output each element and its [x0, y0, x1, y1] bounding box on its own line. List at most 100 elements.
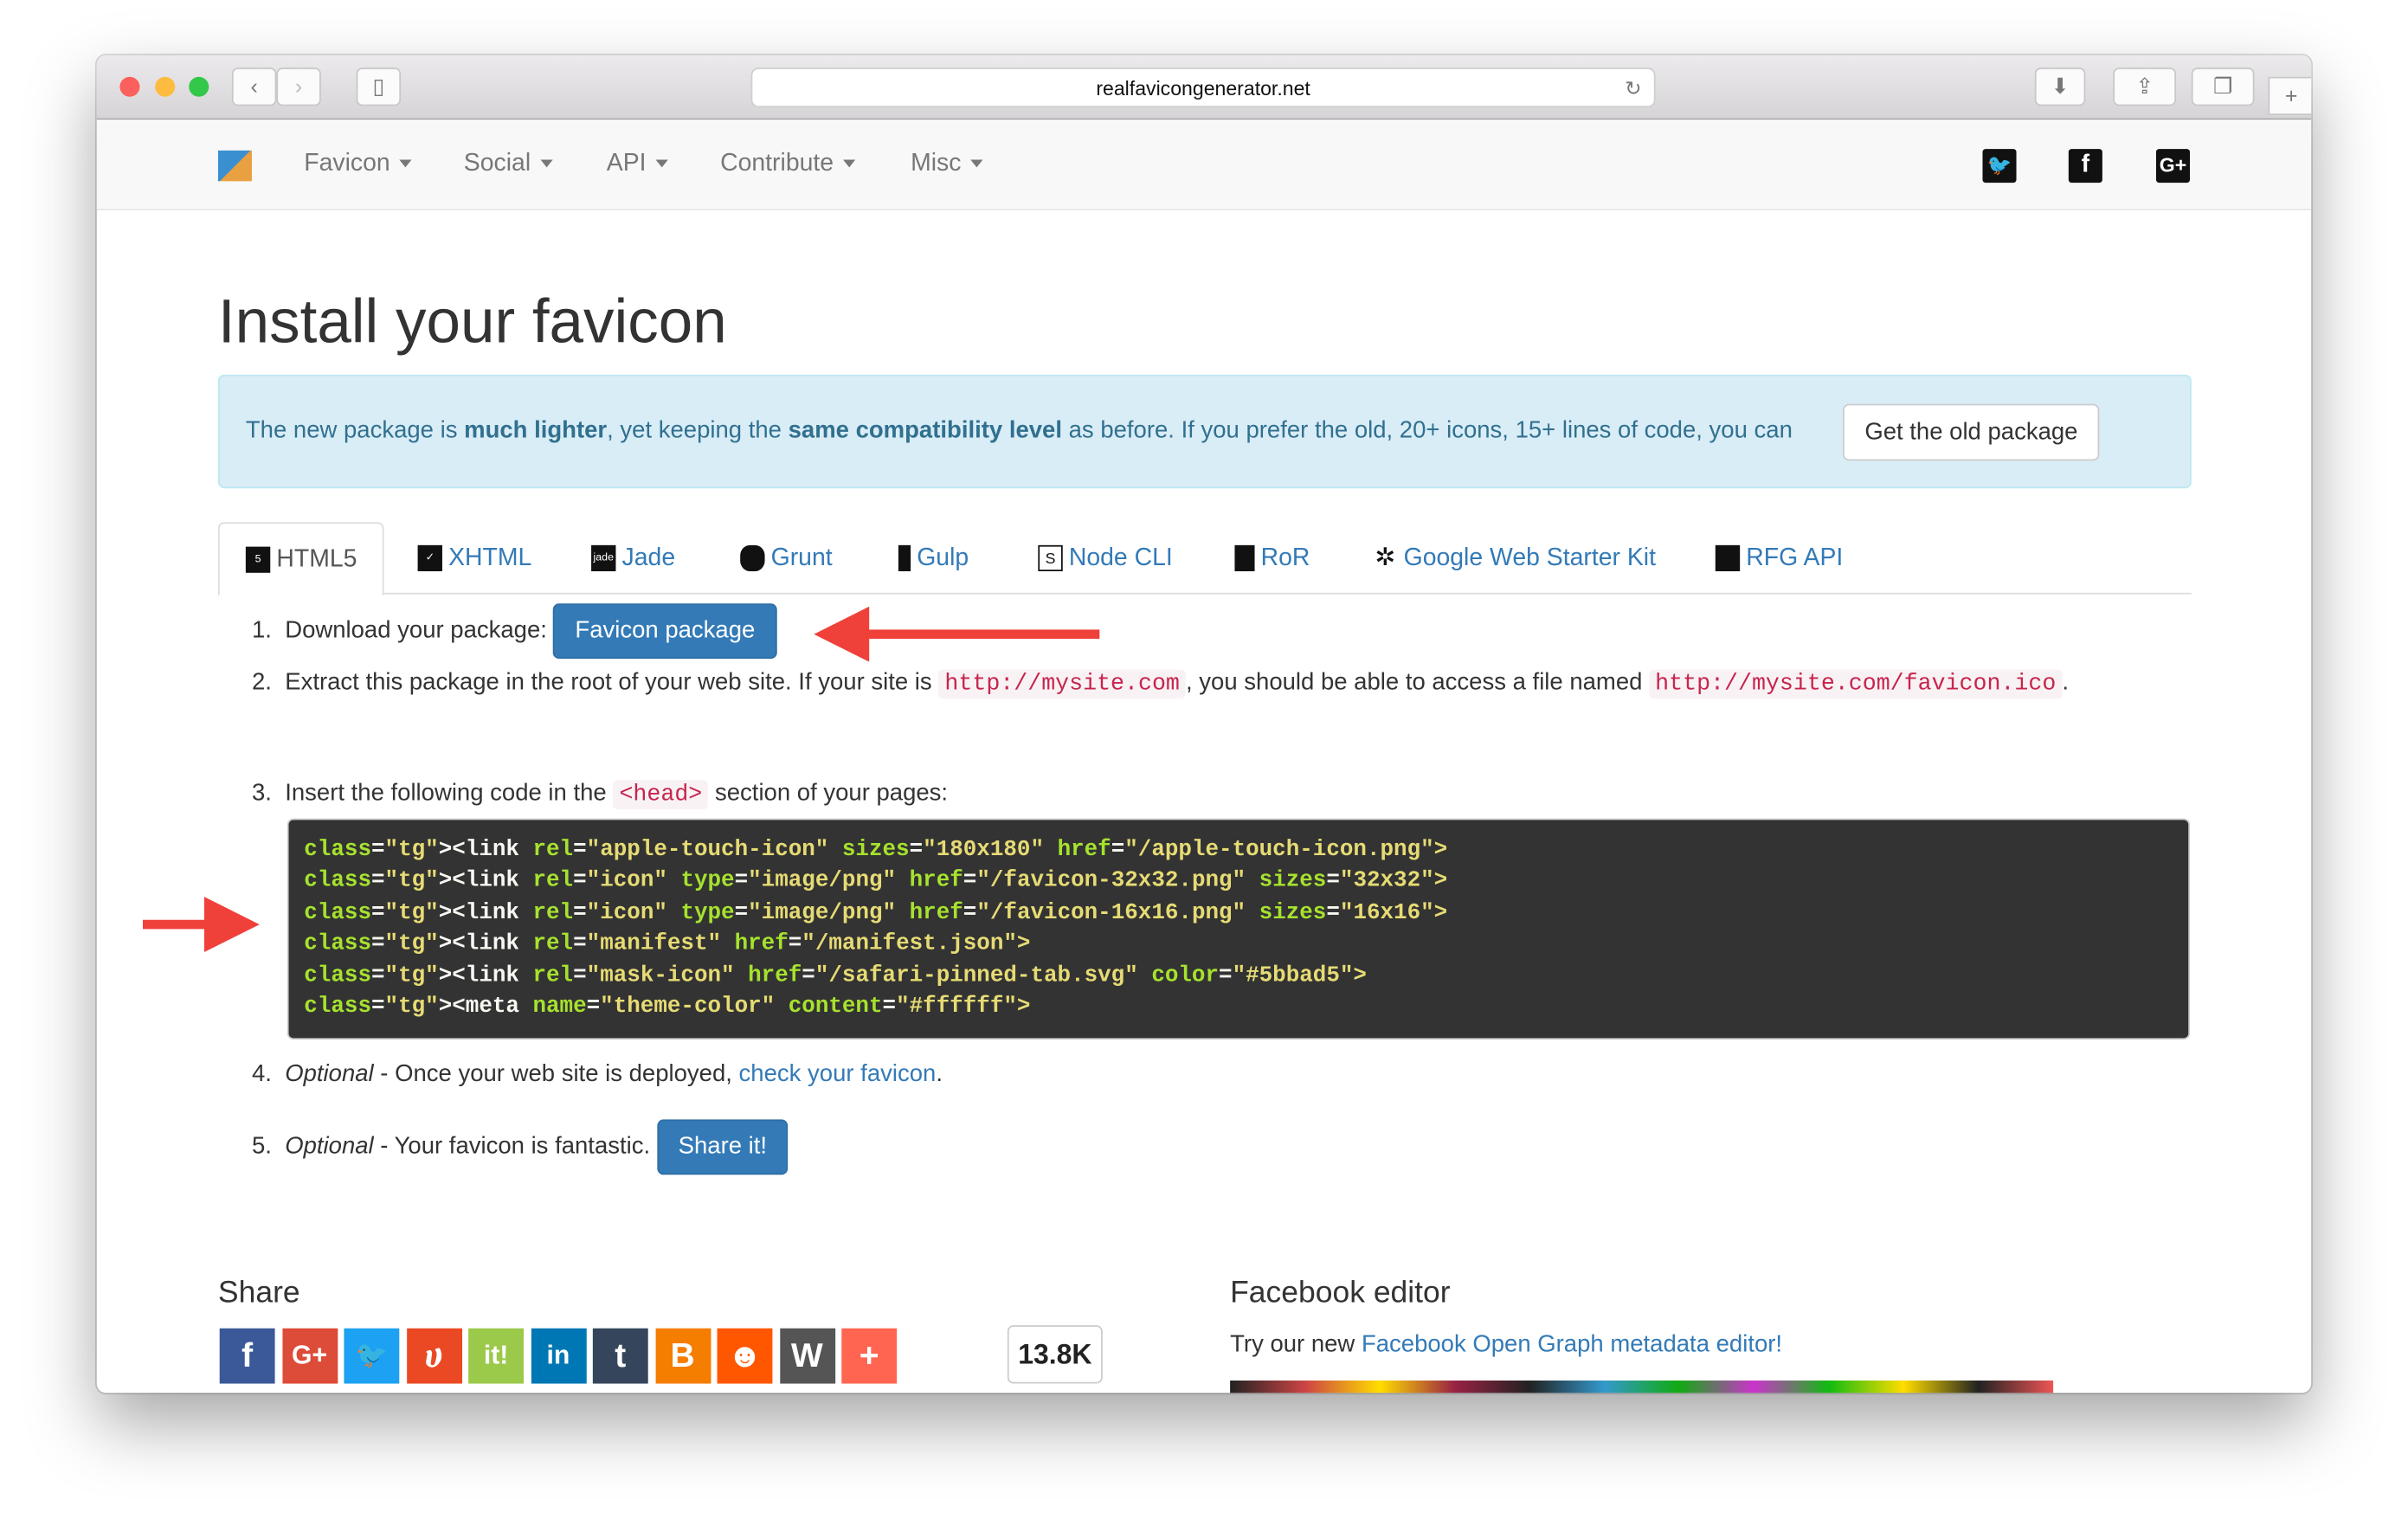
- nav-misc[interactable]: Misc: [911, 150, 983, 178]
- caret-down-icon: [539, 159, 552, 168]
- share-stumbleupon-button[interactable]: ሀ: [406, 1328, 462, 1384]
- step-number: 2.: [251, 669, 272, 696]
- caret-down-icon: [655, 159, 668, 168]
- site-logo[interactable]: [217, 150, 252, 182]
- facebook-icon[interactable]: f: [2068, 149, 2102, 183]
- minimize-window-button[interactable]: [155, 76, 176, 97]
- tab-google-web-starter-kit[interactable]: ✲ Google Web Starter Kit: [1373, 522, 1656, 594]
- info-alert: The new package is much lighter, yet kee…: [217, 374, 2192, 489]
- code-line: class="tg"><link rel="manifest" href="/m…: [304, 932, 1031, 957]
- site-navbar: Favicon Social API Contribute Misc 🐦 f G…: [96, 121, 2312, 211]
- tab-ror[interactable]: RoR: [1234, 522, 1310, 594]
- rfg-api-icon: [1715, 545, 1741, 572]
- fb-text: Try our new: [1230, 1331, 1362, 1358]
- nav-contribute[interactable]: Contribute: [720, 151, 855, 178]
- twitter-icon[interactable]: 🐦: [1982, 149, 2017, 183]
- code-line: class="tg"><meta name="theme-color" cont…: [304, 995, 1031, 1020]
- title-bar: ‹ › ▯ realfavicongenerator.net ↻ ⬇ ⇪ ❐ +: [96, 55, 2312, 120]
- tab-label: Jade: [621, 544, 676, 572]
- forward-button[interactable]: ›: [276, 68, 321, 106]
- share-facebook-button[interactable]: f: [219, 1328, 275, 1384]
- google-plus-icon[interactable]: G+: [2155, 149, 2191, 183]
- share-icon[interactable]: ⇪: [2113, 68, 2177, 106]
- share-wordpress-button[interactable]: W: [779, 1328, 835, 1384]
- step-text: - Your favicon is fantastic.: [373, 1133, 651, 1160]
- new-tab-button[interactable]: +: [2268, 76, 2312, 116]
- get-old-package-button[interactable]: Get the old package: [1843, 403, 2100, 461]
- share-twitter-button[interactable]: 🐦: [344, 1328, 400, 1384]
- caret-down-icon: [399, 159, 412, 168]
- check-favicon-link[interactable]: check your favicon: [739, 1061, 937, 1087]
- nav-api[interactable]: API: [607, 151, 668, 178]
- grunt-icon: [740, 545, 765, 572]
- linkedin-icon: in: [546, 1340, 570, 1370]
- share-google-plus-button[interactable]: G+: [281, 1328, 338, 1384]
- tab-label: Node CLI: [1068, 544, 1173, 572]
- nav-favicon[interactable]: Favicon: [304, 151, 412, 178]
- share-scoopit-button[interactable]: it!: [468, 1328, 525, 1384]
- favicon-package-button[interactable]: Favicon package: [553, 603, 777, 660]
- code-line: class="tg"><link rel="icon" type="image/…: [304, 869, 1448, 895]
- tab-label: Google Web Starter Kit: [1403, 544, 1657, 572]
- downloads-icon[interactable]: ⬇: [2034, 68, 2086, 106]
- rails-icon: [1234, 545, 1255, 572]
- red-arrow-annotation: [143, 919, 212, 930]
- nav-label: Misc: [911, 150, 962, 177]
- tab-node-cli[interactable]: S Node CLI: [1038, 522, 1173, 594]
- tab-rfg-api[interactable]: RFG API: [1715, 522, 1843, 594]
- address-bar[interactable]: realfavicongenerator.net ↻: [750, 68, 1656, 108]
- nodejs-icon: S: [1038, 545, 1063, 572]
- code-line: class="tg"><link rel="icon" type="image/…: [304, 901, 1448, 926]
- stumbleupon-icon: ሀ: [424, 1336, 443, 1374]
- google-plus-icon: G+: [291, 1340, 328, 1370]
- share-tumblr-button[interactable]: t: [592, 1328, 648, 1384]
- tabs-overview-icon[interactable]: ❐: [2191, 68, 2255, 106]
- zoom-window-button[interactable]: [189, 76, 209, 97]
- step-number: 5.: [251, 1133, 272, 1160]
- reload-icon[interactable]: ↻: [1625, 69, 1641, 107]
- step-number: 1.: [251, 617, 272, 644]
- step-number: 4.: [251, 1060, 272, 1088]
- facebook-icon: f: [241, 1336, 254, 1374]
- twitter-icon: 🐦: [355, 1340, 389, 1370]
- more-icon: +: [859, 1336, 879, 1374]
- tab-label: Gulp: [917, 544, 969, 572]
- step-text: Insert the following code in the: [285, 780, 614, 807]
- page-title: Install your favicon: [217, 288, 727, 357]
- share-blogger-button[interactable]: B: [654, 1328, 711, 1384]
- tab-jade[interactable]: jade Jade: [591, 522, 675, 594]
- wordpress-icon: W: [790, 1336, 823, 1374]
- html-code-block[interactable]: class="tg"><link rel="apple-touch-icon" …: [287, 818, 2191, 1040]
- share-reddit-button[interactable]: ☻: [717, 1328, 773, 1384]
- close-window-button[interactable]: [119, 76, 140, 97]
- step-text: - Once your web site is deployed,: [373, 1060, 739, 1088]
- tab-label: HTML5: [276, 546, 357, 573]
- sidebar-toggle-icon[interactable]: ▯: [356, 68, 402, 106]
- step-1: 1. Download your package: Favicon packag…: [251, 603, 777, 660]
- tab-grunt[interactable]: Grunt: [740, 522, 833, 594]
- facebook-og-editor-link[interactable]: Facebook Open Graph metadata editor!: [1362, 1331, 1782, 1357]
- arrow-right-icon: [203, 897, 260, 953]
- share-it-button[interactable]: Share it!: [656, 1119, 789, 1175]
- step-text: .: [936, 1060, 943, 1088]
- tab-gulp[interactable]: Gulp: [898, 522, 969, 594]
- share-more-button[interactable]: +: [841, 1328, 898, 1384]
- tab-label: Grunt: [770, 544, 833, 572]
- nav-label: API: [606, 150, 647, 177]
- nav-social[interactable]: Social: [464, 151, 552, 178]
- facebook-editor-heading: Facebook editor: [1230, 1276, 1451, 1310]
- code-line: class="tg"><link rel="mask-icon" href="/…: [304, 963, 1367, 988]
- step-text: , you should be able to access a file na…: [1186, 669, 1650, 696]
- reddit-icon: ☻: [726, 1336, 763, 1374]
- tumblr-icon: t: [615, 1336, 627, 1374]
- xhtml-icon: ✓: [417, 545, 442, 572]
- share-linkedin-button[interactable]: in: [530, 1328, 586, 1384]
- optional-label: Optional: [285, 1133, 374, 1160]
- back-button[interactable]: ‹: [231, 68, 277, 106]
- code-line: class="tg"><link rel="apple-touch-icon" …: [304, 838, 1448, 864]
- step-text: Extract this package in the root of your…: [285, 669, 939, 696]
- alert-b2: same compatibility level: [788, 417, 1062, 444]
- tab-xhtml[interactable]: ✓ XHTML: [417, 522, 531, 594]
- step-text: Download your package:: [285, 617, 547, 644]
- tab-html5[interactable]: 5 HTML5: [217, 522, 385, 596]
